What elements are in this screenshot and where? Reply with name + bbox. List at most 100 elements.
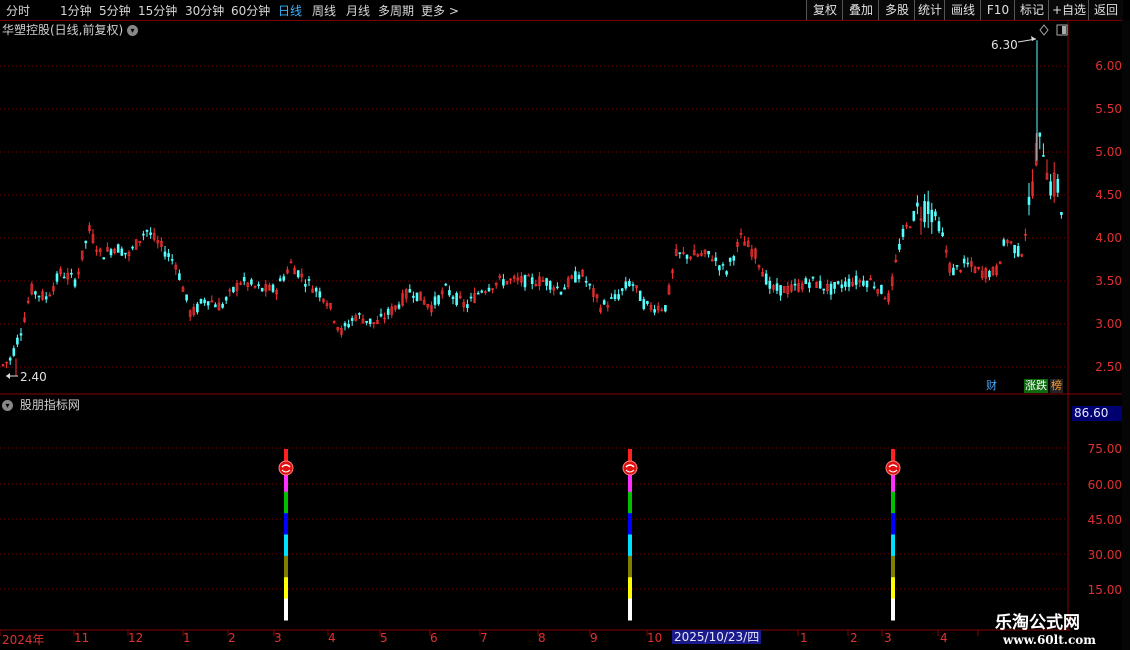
signal-bar-segment xyxy=(284,577,288,600)
finance-badge[interactable]: 财 xyxy=(985,379,998,393)
limit-badge[interactable]: 涨跌 xyxy=(1024,379,1048,393)
watermark: 乐淘公式网 www.60lt.com xyxy=(995,608,1130,648)
candle-body xyxy=(12,348,16,356)
date-axis: 2024年 11 12 1 2 3 4 5 6 7 8 9 10 2 1 2 3… xyxy=(0,630,1070,650)
price-tick: 6.00 xyxy=(1095,59,1122,73)
main-chart-header: 华塑控股(日线,前复权) ▾ xyxy=(2,21,141,38)
candle-body xyxy=(84,240,88,244)
candle-body xyxy=(260,287,264,292)
candle-body xyxy=(37,295,41,298)
signal-bar-segment xyxy=(284,555,288,578)
candle-body xyxy=(707,250,710,255)
candle-body xyxy=(451,296,455,299)
low-arrow-head xyxy=(6,373,10,379)
candle-body xyxy=(368,318,372,324)
finance-badge-label: 财 xyxy=(986,379,997,392)
stock-title: 华塑控股(日线,前复权) xyxy=(2,23,124,37)
grid-lines xyxy=(0,65,1068,636)
signal-ball-body xyxy=(885,460,901,476)
rank-badge[interactable]: 榜 xyxy=(1050,379,1063,393)
date-tick: 3 xyxy=(274,631,282,645)
candle-body xyxy=(314,287,318,292)
candle-body xyxy=(318,291,322,298)
candle-body xyxy=(343,323,347,327)
candle-body xyxy=(1056,179,1060,193)
candle-body xyxy=(628,281,631,287)
candle-body xyxy=(185,294,188,301)
signal-bar-segment xyxy=(284,513,288,535)
candle-body xyxy=(304,284,307,287)
candle-body xyxy=(55,273,59,282)
candle-body xyxy=(775,283,779,291)
candle-body xyxy=(379,313,383,317)
signal-bar-segment xyxy=(284,491,288,514)
candle-body xyxy=(466,304,469,308)
candle-body xyxy=(822,288,826,291)
signal-bar-segment xyxy=(628,577,632,600)
high-arrow-head xyxy=(1031,36,1036,41)
candle-body xyxy=(527,274,530,277)
candle-body xyxy=(811,276,815,279)
candle-body xyxy=(167,253,170,257)
price-tick: 2.50 xyxy=(1095,360,1122,374)
rank-badge-label: 榜 xyxy=(1051,379,1062,392)
signal-ball-body xyxy=(278,460,294,476)
right-edge-strip xyxy=(1122,20,1130,650)
candle-body xyxy=(232,286,235,293)
candle-body xyxy=(941,232,944,237)
date-tick: 5 xyxy=(380,631,388,645)
low-price-label: 2.40 xyxy=(20,370,47,384)
candle-body xyxy=(455,292,458,306)
candle-body xyxy=(624,281,628,289)
candle-body xyxy=(221,303,224,308)
candle-body xyxy=(718,265,721,271)
candle-body xyxy=(808,282,811,288)
candle-body xyxy=(415,292,419,301)
candle-body xyxy=(145,229,149,232)
candle-body xyxy=(250,279,253,285)
candle-body xyxy=(955,265,959,267)
indicator-tick: 60.00 xyxy=(1087,478,1122,492)
candle-body xyxy=(574,271,577,283)
candle-body xyxy=(556,286,559,289)
indicator-tick: 30.00 xyxy=(1087,548,1122,562)
candle-body xyxy=(44,296,48,300)
signal-ball-icon xyxy=(622,460,638,476)
candle-body xyxy=(584,280,588,283)
candle-body xyxy=(764,273,768,285)
price-tick: 5.00 xyxy=(1095,145,1122,159)
candlestick-series xyxy=(1,40,1063,376)
date-tick: 7 xyxy=(480,631,488,645)
candle-body xyxy=(646,301,649,305)
candle-body xyxy=(916,202,919,207)
candle-body xyxy=(829,283,833,295)
candle-body xyxy=(1016,246,1020,257)
candle-body xyxy=(862,280,865,286)
candle-body xyxy=(779,285,782,296)
candle-body xyxy=(1027,196,1031,205)
signal-bar-segment xyxy=(891,598,895,621)
candle-body xyxy=(163,251,167,257)
chevron-down-icon[interactable]: ▾ xyxy=(2,400,13,411)
candle-body xyxy=(476,292,480,295)
candle-body xyxy=(840,284,844,289)
candle-body xyxy=(178,273,181,280)
candle-body xyxy=(664,305,667,312)
signal-bar-segment xyxy=(628,555,632,578)
candle-body xyxy=(818,280,822,289)
candle-body xyxy=(912,211,916,221)
candle-body xyxy=(365,320,368,323)
chevron-down-icon[interactable]: ▾ xyxy=(127,25,139,36)
high-price-label: 6.30 xyxy=(991,38,1018,52)
candle-body xyxy=(880,284,883,294)
candle-body xyxy=(386,308,390,315)
signal-bar-segment xyxy=(284,598,288,621)
watermark-title: 乐淘公式网 xyxy=(995,613,1080,633)
price-tick: 5.50 xyxy=(1095,102,1122,116)
candle-body xyxy=(714,257,718,262)
candle-body xyxy=(296,270,300,278)
candle-body xyxy=(487,287,491,292)
date-tick: 8 xyxy=(538,631,546,645)
candle-body xyxy=(224,296,228,301)
candle-body xyxy=(721,264,725,266)
